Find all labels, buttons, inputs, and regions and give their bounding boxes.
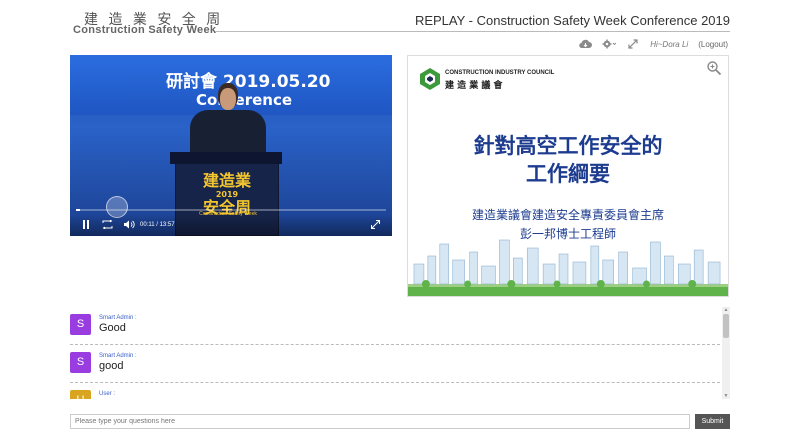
cic-logo-icon bbox=[420, 68, 440, 90]
gear-icon[interactable] bbox=[602, 38, 617, 50]
expand-icon[interactable] bbox=[626, 38, 640, 50]
video-player[interactable]: 研討會 2019.05.20 Conference 建造業 2019 安全周 C… bbox=[70, 55, 392, 236]
avatar: S bbox=[70, 352, 91, 373]
cloud-download-icon[interactable] bbox=[578, 38, 592, 50]
podium-logo-line1: 建造業 bbox=[202, 171, 251, 190]
chat-sender: Smart Admin : bbox=[99, 353, 137, 359]
slide-title-line2: 工作綱要 bbox=[526, 162, 610, 186]
chat-text: Good bbox=[99, 322, 126, 334]
chat-scrollbar[interactable]: ▲ ▼ bbox=[722, 307, 730, 399]
submit-button[interactable]: Submit bbox=[695, 414, 730, 429]
speaker-face bbox=[220, 88, 236, 110]
question-input[interactable] bbox=[70, 414, 690, 429]
current-time: 00:11 bbox=[140, 222, 155, 228]
slide-panel: CONSTRUCTION INDUSTRY COUNCIL 建 造 業 議 會 … bbox=[407, 55, 729, 297]
chat-sender: User : bbox=[99, 391, 116, 397]
chat-scroll-thumb[interactable] bbox=[723, 314, 729, 338]
video-time: 00:11 / 13:57 bbox=[140, 222, 175, 228]
video-backdrop-subtitle: Conference bbox=[196, 91, 293, 109]
scroll-up-icon[interactable]: ▲ bbox=[722, 307, 730, 313]
time-separator: / bbox=[156, 222, 158, 228]
cic-org-english: CONSTRUCTION INDUSTRY COUNCIL bbox=[445, 70, 555, 76]
logout-link[interactable]: (Logout) bbox=[698, 40, 728, 49]
zoom-icon[interactable] bbox=[706, 60, 722, 76]
video-backdrop-title: 研討會 2019.05.20 bbox=[166, 72, 331, 92]
video-progress-fill bbox=[76, 209, 81, 211]
video-controls: 00:11 / 13:57 bbox=[70, 214, 392, 236]
page-title: REPLAY - Construction Safety Week Confer… bbox=[414, 13, 730, 28]
loop-icon[interactable] bbox=[102, 219, 113, 231]
cic-org-chinese: 建 造 業 議 會 bbox=[445, 81, 503, 91]
chat-panel[interactable]: SSmart Admin :GoodSSmart Admin :goodUUse… bbox=[70, 307, 730, 399]
chat-message-list: SSmart Admin :GoodSSmart Admin :goodUUse… bbox=[70, 307, 720, 399]
page: 建 造 業 安 全 周 Construction Safety Week REP… bbox=[0, 0, 800, 429]
avatar: S bbox=[70, 314, 91, 335]
avatar: U bbox=[70, 390, 91, 399]
header-divider bbox=[215, 31, 730, 32]
pause-icon[interactable] bbox=[82, 220, 90, 231]
scroll-down-icon[interactable]: ▼ bbox=[722, 393, 730, 399]
volume-icon[interactable] bbox=[124, 220, 135, 231]
podium-top bbox=[170, 152, 282, 164]
city-skyline-illustration bbox=[408, 239, 728, 296]
chat-message: S Smart Admin : good bbox=[70, 345, 720, 383]
chat-sender: Smart Admin : bbox=[99, 315, 137, 321]
logo-english: Construction Safety Week bbox=[73, 24, 217, 36]
fullscreen-icon[interactable] bbox=[371, 220, 380, 231]
duration: 13:57 bbox=[159, 222, 175, 228]
toolbar: Hi~Dora Li (Logout) bbox=[578, 38, 728, 50]
slide-title-line1: 針對高空工作安全的 bbox=[473, 134, 663, 158]
slide-presenter-role: 建造業議會建造安全專責委員會主席 bbox=[471, 208, 664, 222]
chat-message: S Smart Admin : Good bbox=[70, 307, 720, 345]
chat-text: good bbox=[99, 360, 124, 372]
chat-message: U User : bbox=[70, 383, 720, 399]
user-greeting: Hi~Dora Li bbox=[650, 39, 689, 49]
